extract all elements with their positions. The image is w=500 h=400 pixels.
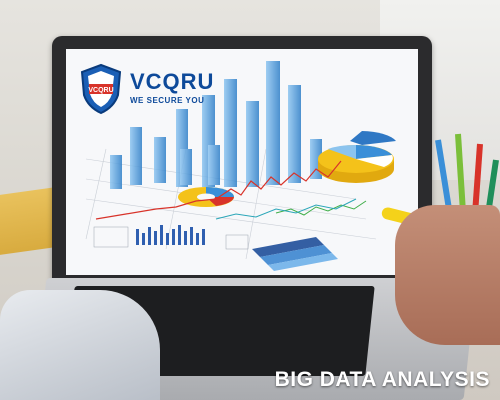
- bar: [180, 149, 192, 185]
- ribbon-chart: [252, 237, 338, 271]
- brand-logo: VCQRU VCQRU WE SECURE YOU: [78, 63, 238, 123]
- bar: [246, 101, 259, 187]
- right-hand: [395, 205, 500, 345]
- bar: [130, 127, 142, 185]
- bar: [154, 137, 166, 183]
- shield-logo-icon: VCQRU: [80, 63, 122, 115]
- bar: [110, 155, 122, 189]
- bar: [266, 61, 280, 185]
- brand-name: VCQRU: [130, 69, 215, 94]
- bar: [288, 85, 301, 183]
- caption-title: BIG DATA ANALYSIS: [274, 368, 490, 391]
- laptop-screen: VCQRU VCQRU WE SECURE YOU: [66, 49, 418, 275]
- data-panels: [93, 226, 249, 250]
- brand-tagline: WE SECURE YOU: [130, 96, 205, 105]
- bar: [208, 145, 220, 185]
- teal-line-series: [215, 198, 357, 220]
- left-hand: [0, 290, 160, 400]
- photo-scene: VCQRU VCQRU WE SECURE YOU BIG DATA ANALY…: [0, 0, 500, 400]
- svg-text:VCQRU: VCQRU: [88, 87, 113, 94]
